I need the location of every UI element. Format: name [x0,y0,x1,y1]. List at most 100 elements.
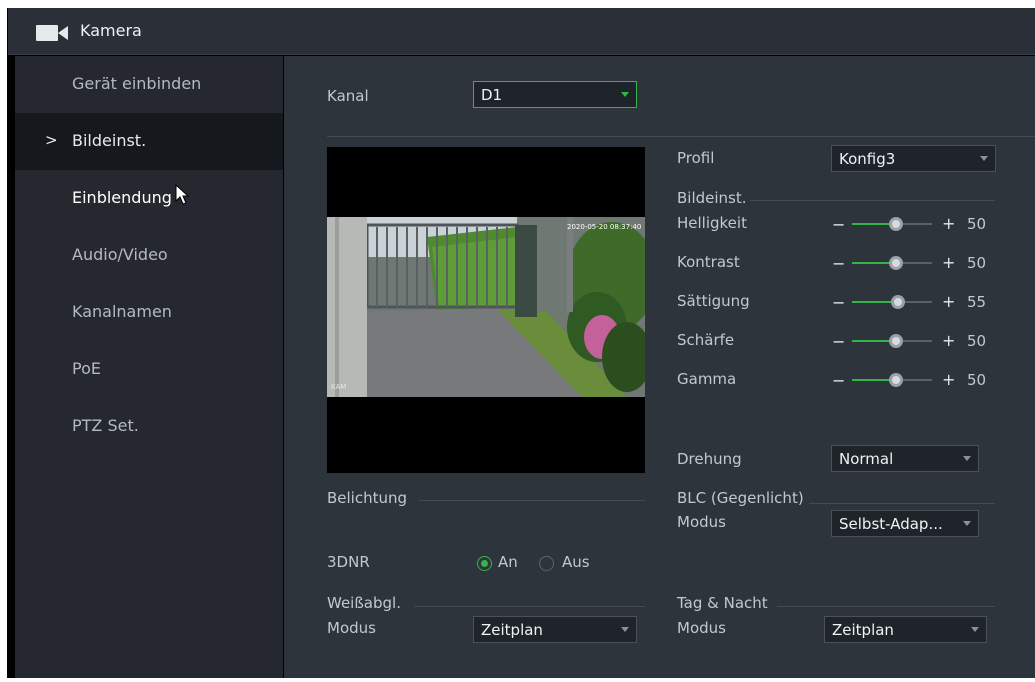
mouse-cursor-icon [175,184,190,205]
decrease-button[interactable]: − [832,332,845,351]
day-night-section-title: Tag & Nacht [677,594,768,612]
increase-button[interactable]: + [942,214,955,233]
brightness-label: Helligkeit [677,214,747,232]
sidebar-item-label: Kanalnamen [72,302,172,321]
slider-track [903,262,932,264]
increase-button[interactable]: + [942,292,955,311]
rotation-label: Drehung [677,450,742,468]
exposure-section-title: Belichtung [327,489,408,507]
divider [414,606,645,607]
chevron-down-icon [980,156,988,161]
title-bar: Kamera [8,8,1035,55]
sidebar-item-label: PoE [72,359,101,378]
dnr-off-label[interactable]: Aus [562,553,590,571]
slider-value: 55 [967,293,987,311]
dnr-on-label[interactable]: An [498,553,518,571]
contrast-label: Kontrast [677,253,740,271]
dnr-label: 3DNR [327,553,370,571]
blc-section-title: BLC (Gegenlicht) [677,489,804,507]
day-night-mode-select-value: Zeitplan [832,621,894,639]
slider-knob[interactable] [889,217,903,231]
chevron-down-icon [621,92,629,97]
day-night-mode-label: Modus [677,619,726,637]
chevron-down-icon [963,521,971,526]
chevron-down-icon [621,627,629,632]
profile-label: Profil [677,149,715,167]
dnr-on-radio[interactable] [477,556,492,571]
rotation-select-value: Normal [839,450,894,468]
slider-value: 50 [967,371,987,389]
chevron-down-icon [963,456,971,461]
sidebar-item-einblendung[interactable]: Einblendung [15,170,283,227]
camera-preview: 2020-05-20 08:37:40 KAM [327,147,645,473]
sidebar-item-label: Gerät einbinden [72,74,202,93]
preview-image: 2020-05-20 08:37:40 KAM [327,217,645,397]
sharpness-slider[interactable]: − + 50 [832,331,992,351]
profile-select-value: Konfig3 [839,150,896,168]
increase-button[interactable]: + [942,370,955,389]
sidebar-item-audio-video[interactable]: Audio/Video [15,227,283,284]
blc-mode-select[interactable]: Selbst-Adap... [831,510,979,537]
divider [750,200,995,201]
slider-value: 50 [967,215,987,233]
preview-overlay-text: KAM [331,383,346,391]
sidebar-item-label: Einblendung [72,188,172,207]
slider-track [903,223,932,225]
divider [419,500,645,501]
chevron-down-icon [971,627,979,632]
blc-mode-select-value: Selbst-Adap... [839,515,943,533]
divider [327,136,1035,137]
sidebar-item-ptz-set[interactable]: PTZ Set. [15,398,283,455]
white-balance-section-title: Weißabgl. [327,594,401,612]
increase-button[interactable]: + [942,331,955,350]
channel-label: Kanal [327,87,369,105]
sidebar-item-label: Audio/Video [72,245,168,264]
day-night-mode-select[interactable]: Zeitplan [824,616,987,643]
dnr-off-radio[interactable] [539,556,554,571]
white-balance-mode-select-value: Zeitplan [481,621,543,639]
sharpness-label: Schärfe [677,331,735,349]
divider [777,606,995,607]
slider-track [905,301,932,303]
slider-knob[interactable] [889,334,903,348]
window-title: Kamera [80,21,142,40]
increase-button[interactable]: + [942,253,955,272]
slider-track [903,379,932,381]
white-balance-mode-select[interactable]: Zeitplan [473,616,637,643]
sidebar: Gerät einbinden > Bildeinst. Einblendung… [15,56,283,678]
camera-icon [36,25,68,41]
main-panel: Kanal D1 2020-05-20 08:37:40 KAM Profil … [284,56,1035,678]
slider-knob[interactable] [889,256,903,270]
decrease-button[interactable]: − [832,254,845,273]
slider-knob[interactable] [889,373,903,387]
contrast-slider[interactable]: − + 50 [832,253,992,273]
sidebar-item-geraet-einbinden[interactable]: Gerät einbinden [15,56,283,113]
chevron-right-icon: > [45,131,58,149]
profile-select[interactable]: Konfig3 [831,145,996,172]
sidebar-item-bildeinst[interactable]: > Bildeinst. [15,113,283,170]
slider-knob[interactable] [891,295,906,309]
sidebar-item-kanalnamen[interactable]: Kanalnamen [15,284,283,341]
slider-value: 50 [967,332,987,350]
image-settings-section-title: Bildeinst. [677,189,747,207]
saturation-label: Sättigung [677,292,750,310]
saturation-slider[interactable]: − + 55 [832,292,992,312]
gamma-slider[interactable]: − + 50 [832,370,992,390]
white-balance-mode-label: Modus [327,619,376,637]
rotation-select[interactable]: Normal [831,445,979,472]
decrease-button[interactable]: − [832,371,845,390]
sidebar-item-label: PTZ Set. [72,416,139,435]
slider-track [903,340,932,342]
channel-select[interactable]: D1 [473,81,637,108]
decrease-button[interactable]: − [832,215,845,234]
slider-value: 50 [967,254,987,272]
decrease-button[interactable]: − [832,293,845,312]
preview-timestamp: 2020-05-20 08:37:40 [567,223,641,231]
blc-mode-label: Modus [677,513,726,531]
gamma-label: Gamma [677,370,737,388]
brightness-slider[interactable]: − + 50 [832,214,992,234]
divider [809,503,995,504]
channel-select-value: D1 [481,86,503,104]
sidebar-item-label: Bildeinst. [72,131,147,150]
sidebar-item-poe[interactable]: PoE [15,341,283,398]
